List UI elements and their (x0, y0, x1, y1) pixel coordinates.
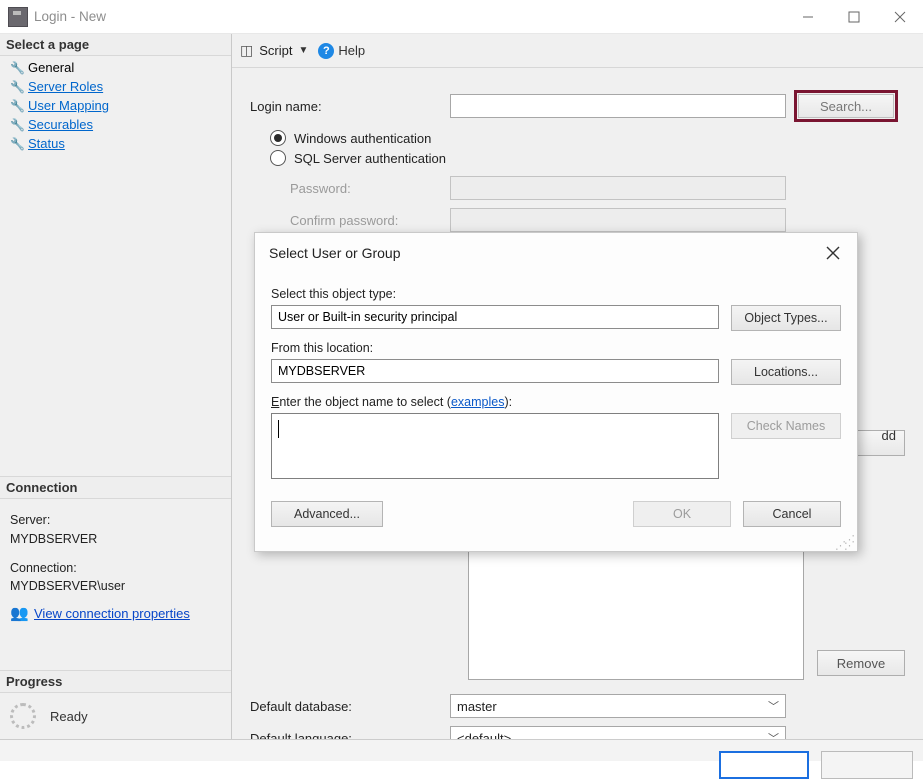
window-ok-button[interactable] (719, 751, 809, 779)
dialog-body: Select this object type: Object Types...… (255, 273, 857, 487)
wrench-icon: 🔧 (10, 137, 24, 151)
search-highlight: Search... (794, 90, 898, 122)
help-icon: ? (318, 43, 334, 59)
page-server-roles[interactable]: 🔧 Server Roles (0, 77, 231, 96)
dialog-footer: Advanced... OK Cancel (255, 487, 857, 537)
login-name-label: Login name: (250, 99, 450, 114)
search-button[interactable]: Search... (798, 94, 894, 118)
connection-value: MYDBSERVER\user (10, 577, 221, 596)
confirm-password-input (450, 208, 786, 232)
password-label: Password: (250, 181, 450, 196)
default-database-select[interactable]: master ﹀ (450, 694, 786, 718)
progress-spinner-icon (10, 703, 36, 729)
wrench-icon: 🔧 (10, 80, 24, 94)
ok-button[interactable]: OK (633, 501, 731, 527)
password-input (450, 176, 786, 200)
add-button-label-fragment: dd (882, 428, 896, 443)
server-label: Server: (10, 511, 221, 530)
page-label: Server Roles (28, 79, 103, 94)
advanced-button[interactable]: Advanced... (271, 501, 383, 527)
radio-windows-auth[interactable] (270, 130, 286, 146)
auth-windows-label: Windows authentication (294, 131, 431, 146)
location-input[interactable] (271, 359, 719, 383)
script-button[interactable]: Script (259, 43, 292, 58)
object-name-input[interactable] (271, 413, 719, 479)
window-controls (785, 0, 923, 34)
confirm-password-label: Confirm password: (250, 213, 450, 228)
help-button[interactable]: Help (338, 43, 365, 58)
close-button[interactable] (877, 0, 923, 34)
app-icon (8, 7, 28, 27)
object-type-input[interactable] (271, 305, 719, 329)
location-label: From this location: (271, 341, 841, 355)
wrench-icon: 🔧 (10, 99, 24, 113)
maximize-button[interactable] (831, 0, 877, 34)
select-page-header: Select a page (0, 34, 231, 56)
login-name-input[interactable] (450, 94, 786, 118)
view-connection-properties-link[interactable]: View connection properties (34, 606, 190, 621)
radio-sql-auth[interactable] (270, 150, 286, 166)
dialog-title: Select User or Group (269, 245, 401, 261)
resize-grip-icon[interactable]: ⋰⋰⋰ (255, 537, 857, 551)
select-user-dialog: Select User or Group Select this object … (254, 232, 858, 552)
page-label: Status (28, 136, 65, 151)
page-label: General (28, 60, 74, 75)
cancel-button[interactable]: Cancel (743, 501, 841, 527)
page-status[interactable]: 🔧 Status (0, 134, 231, 153)
enter-name-label: EEnter the object name to select (nter t… (271, 395, 841, 409)
connection-label: Connection: (10, 559, 221, 578)
sidebar: Select a page 🔧 General 🔧 Server Roles 🔧 Us… (0, 34, 232, 739)
dialog-close-button[interactable] (823, 243, 843, 263)
script-icon: ◫ (240, 42, 253, 59)
page-general[interactable]: 🔧 General (0, 58, 231, 77)
remove-button[interactable]: Remove (817, 650, 905, 676)
connection-info: Server: MYDBSERVER Connection: MYDBSERVE… (0, 499, 231, 600)
titlebar: Login - New (0, 0, 923, 34)
server-value: MYDBSERVER (10, 530, 221, 549)
progress-header: Progress (0, 670, 231, 693)
page-label: User Mapping (28, 98, 109, 113)
locations-button[interactable]: Locations... (731, 359, 841, 385)
auth-windows-row[interactable]: Windows authentication (270, 130, 905, 146)
window-cancel-button[interactable] (821, 751, 913, 779)
auth-sql-row[interactable]: SQL Server authentication (270, 150, 905, 166)
object-type-label: Select this object type: (271, 287, 841, 301)
connection-header: Connection (0, 476, 231, 499)
object-types-button[interactable]: Object Types... (731, 305, 841, 331)
view-connection-row: 👥 View connection properties (0, 600, 231, 630)
chevron-down-icon: ﹀ (768, 698, 779, 714)
wrench-icon: 🔧 (10, 61, 24, 75)
window-title: Login - New (34, 9, 106, 24)
wrench-icon: 🔧 (10, 118, 24, 132)
auth-sql-label: SQL Server authentication (294, 151, 446, 166)
dialog-titlebar: Select User or Group (255, 233, 857, 273)
check-names-button[interactable]: Check Names (731, 413, 841, 439)
default-database-label: Default database: (250, 699, 450, 714)
content-toolbar: ◫ Script ▼ ? Help (232, 34, 923, 68)
people-icon: 👥 (10, 604, 28, 622)
page-label: Securables (28, 117, 93, 132)
minimize-button[interactable] (785, 0, 831, 34)
progress-status: Ready (50, 709, 88, 724)
page-user-mapping[interactable]: 🔧 User Mapping (0, 96, 231, 115)
default-database-value: master (457, 699, 497, 714)
page-securables[interactable]: 🔧 Securables (0, 115, 231, 134)
script-dropdown-icon[interactable]: ▼ (298, 45, 308, 56)
progress-block: Ready (0, 693, 231, 739)
examples-link[interactable]: examples (451, 395, 505, 409)
window-bottombar (0, 739, 923, 761)
page-list: 🔧 General 🔧 Server Roles 🔧 User Mapping 🔧 Se… (0, 56, 231, 153)
